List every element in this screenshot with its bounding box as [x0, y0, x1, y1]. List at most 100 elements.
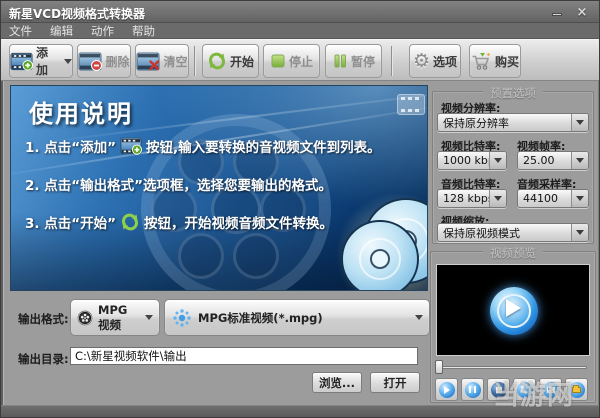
stop-button-label: 停止 — [289, 53, 313, 70]
pause-button[interactable]: 暂停 — [325, 44, 382, 78]
play-icon — [439, 382, 455, 398]
preview-play-button[interactable] — [435, 378, 458, 401]
chevron-down-icon — [145, 315, 153, 320]
stop-square-icon — [270, 53, 286, 69]
options-button-label: 选项 — [433, 53, 457, 70]
app-window: 新星VCD视频格式转换器 × 文件 编辑 动作 帮助 添加 删除 清空 开始 — [0, 0, 600, 418]
minimize-icon — [552, 13, 562, 16]
minimize-button[interactable] — [549, 6, 567, 19]
video-scale-value: 保持原视频模式 — [438, 224, 571, 241]
stop-button[interactable]: 停止 — [263, 44, 320, 78]
menu-file[interactable]: 文件 — [9, 23, 32, 39]
remove-button[interactable]: 删除 — [77, 44, 131, 78]
presets-groupbox: 预置选项 视频分辨率: 保持原分辨率 视频比特率: 视频帧率: 1000 kbp… — [432, 91, 594, 244]
add-button[interactable]: 添加 — [9, 44, 73, 78]
film-remove-icon — [78, 52, 102, 71]
snapshot-icon — [543, 382, 559, 398]
cart-icon — [471, 52, 492, 71]
frame-rate-value: 25.00 — [518, 152, 571, 169]
close-button[interactable]: × — [573, 6, 591, 19]
start-button[interactable]: 开始 — [202, 44, 259, 78]
window-title: 新星VCD视频格式转换器 — [9, 5, 145, 22]
preview-groupbox: 视频预览 — [430, 251, 596, 403]
start-refresh-icon — [207, 51, 227, 71]
presets-title: 预置选项 — [483, 85, 543, 101]
chevron-down-icon — [571, 190, 588, 207]
toolbar-separator — [194, 46, 195, 76]
step1-text-post: 按钮,输入要转换的音视频文件到列表。 — [146, 136, 381, 156]
toolbar-separator — [391, 46, 392, 76]
clear-button[interactable]: 清空 — [135, 44, 189, 78]
output-profile-select[interactable]: MPG标准视频(*.mpg) — [164, 299, 430, 336]
chevron-down-icon — [571, 152, 588, 169]
pause-button-label: 暂停 — [351, 53, 375, 70]
film-add-icon — [10, 52, 33, 71]
play-button-icon[interactable] — [490, 287, 538, 335]
main-area: 使用说明 1. 点击“添加” 按钮,输入要转换的音视频文件到列表。 2. 点击“… — [3, 81, 599, 405]
open-button[interactable]: 打开 — [370, 372, 420, 393]
window-bottom-frame — [1, 405, 600, 418]
preview-stop-button[interactable] — [487, 378, 510, 401]
step3-text-pre: 3. 点击“开始” — [25, 212, 116, 232]
add-button-label: 添加 — [36, 44, 59, 78]
film-frame-decoration — [397, 94, 425, 115]
output-format-value: MPG视频 — [98, 303, 133, 333]
chevron-down-icon — [415, 315, 423, 320]
step3-text-post: 按钮，开始视频音频文件转换。 — [144, 212, 333, 232]
step2-text: 2. 点击“输出格式”选项框，选择您要输出的格式。 — [25, 174, 332, 194]
resolution-select[interactable]: 保持原分辨率 — [437, 113, 589, 132]
preview-snapshot-button[interactable] — [539, 378, 562, 401]
buy-button[interactable]: 购买 — [469, 44, 521, 78]
menu-edit[interactable]: 编辑 — [50, 23, 73, 39]
pause-bars-icon — [332, 53, 348, 69]
chevron-down-icon — [571, 114, 588, 131]
output-profile-value: MPG标准视频(*.mpg) — [198, 310, 323, 326]
title-bar: 新星VCD视频格式转换器 × — [1, 1, 600, 23]
usage-title: 使用说明 — [29, 94, 133, 129]
chevron-down-icon — [489, 152, 506, 169]
sample-rate-value: 44100 — [518, 190, 571, 207]
audio-bitrate-select[interactable]: 128 kbps — [437, 189, 507, 208]
cd-disc-front — [341, 220, 419, 291]
start-refresh-icon — [120, 212, 140, 232]
step1-text-pre: 1. 点击“添加” — [25, 136, 116, 156]
fullscreen-icon — [517, 382, 533, 398]
preview-pause-button[interactable] — [461, 378, 484, 401]
preview-title: 视频预览 — [483, 245, 543, 261]
buy-button-label: 购买 — [495, 53, 519, 70]
chevron-down-icon — [489, 190, 506, 207]
seek-slider-track[interactable] — [439, 366, 587, 369]
blue-dots-icon — [171, 307, 193, 329]
film-reel-icon — [77, 306, 93, 330]
film-add-icon — [120, 137, 142, 155]
audio-bitrate-value: 128 kbps — [438, 190, 489, 207]
video-bitrate-select[interactable]: 1000 kbps — [437, 151, 507, 170]
video-scale-select[interactable]: 保持原视频模式 — [437, 223, 589, 242]
sample-rate-select[interactable]: 44100 — [517, 189, 589, 208]
output-format-select[interactable]: MPG视频 — [70, 299, 160, 336]
usage-step-1: 1. 点击“添加” 按钮,输入要转换的音视频文件到列表。 — [25, 136, 381, 156]
usage-panel: 使用说明 1. 点击“添加” 按钮,输入要转换的音视频文件到列表。 2. 点击“… — [10, 85, 428, 291]
video-bitrate-value: 1000 kbps — [438, 152, 489, 169]
usage-step-3: 3. 点击“开始” 按钮，开始视频音频文件转换。 — [25, 212, 333, 232]
resolution-value: 保持原分辨率 — [438, 114, 571, 131]
menu-bar: 文件 编辑 动作 帮助 — [1, 23, 600, 39]
seek-slider-thumb[interactable] — [435, 360, 443, 374]
video-preview-screen[interactable] — [436, 264, 590, 356]
gear-icon: ⚙ — [413, 52, 430, 71]
browse-button[interactable]: 浏览... — [312, 372, 362, 393]
menu-action[interactable]: 动作 — [91, 23, 114, 39]
usage-step-2: 2. 点击“输出格式”选项框，选择您要输出的格式。 — [25, 174, 332, 194]
output-format-label: 输出格式: — [18, 311, 69, 327]
stop-icon — [491, 382, 507, 398]
preview-folder-button[interactable] — [565, 378, 588, 401]
menu-help[interactable]: 帮助 — [132, 23, 155, 39]
frame-rate-select[interactable]: 25.00 — [517, 151, 589, 170]
remove-button-label: 删除 — [105, 53, 129, 70]
output-dir-label: 输出目录: — [18, 351, 69, 367]
add-dropdown-caret-icon — [64, 59, 72, 64]
preview-fullscreen-button[interactable] — [513, 378, 536, 401]
chevron-down-icon — [571, 224, 588, 241]
options-button[interactable]: ⚙ 选项 — [409, 44, 461, 78]
output-dir-input[interactable] — [70, 347, 418, 365]
